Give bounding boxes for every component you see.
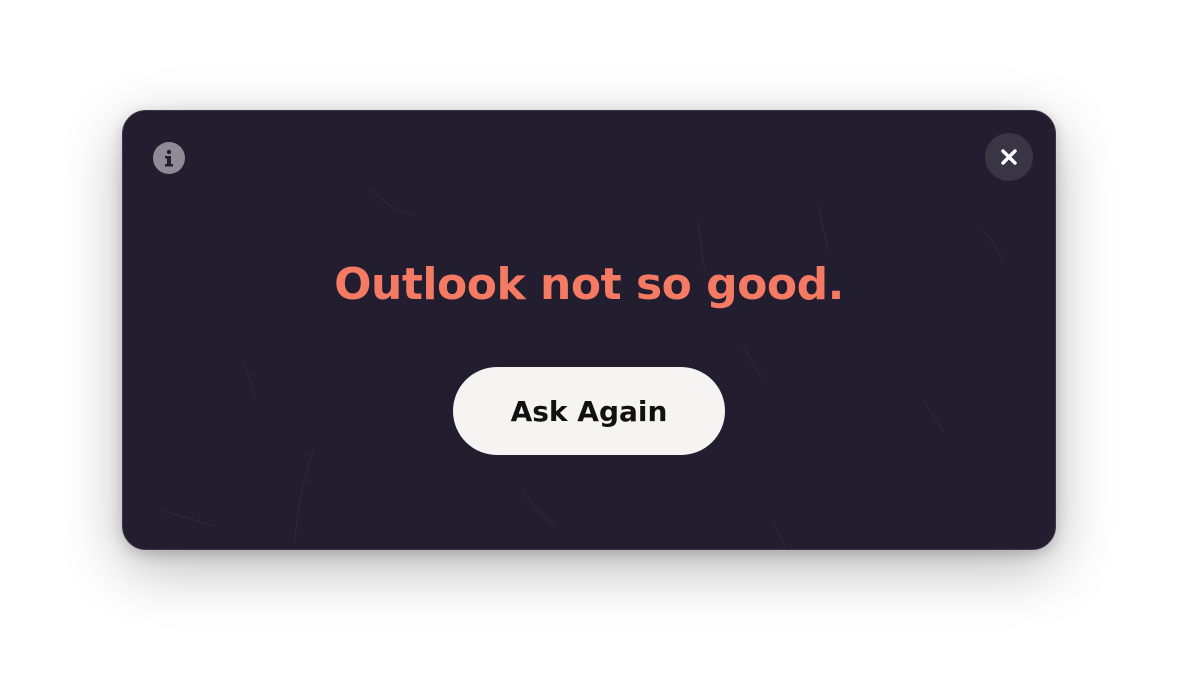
background-texture xyxy=(162,190,1004,548)
magic-8-ball-dialog: Outlook not so good. Ask Again xyxy=(122,110,1056,550)
close-button[interactable] xyxy=(985,133,1033,181)
info-icon xyxy=(165,149,173,167)
close-icon xyxy=(1001,149,1017,165)
info-button[interactable] xyxy=(153,142,185,174)
ask-again-button[interactable]: Ask Again xyxy=(453,367,725,455)
answer-text: Outlook not so good. xyxy=(334,259,844,310)
page-backdrop: Outlook not so good. Ask Again xyxy=(0,0,1178,684)
